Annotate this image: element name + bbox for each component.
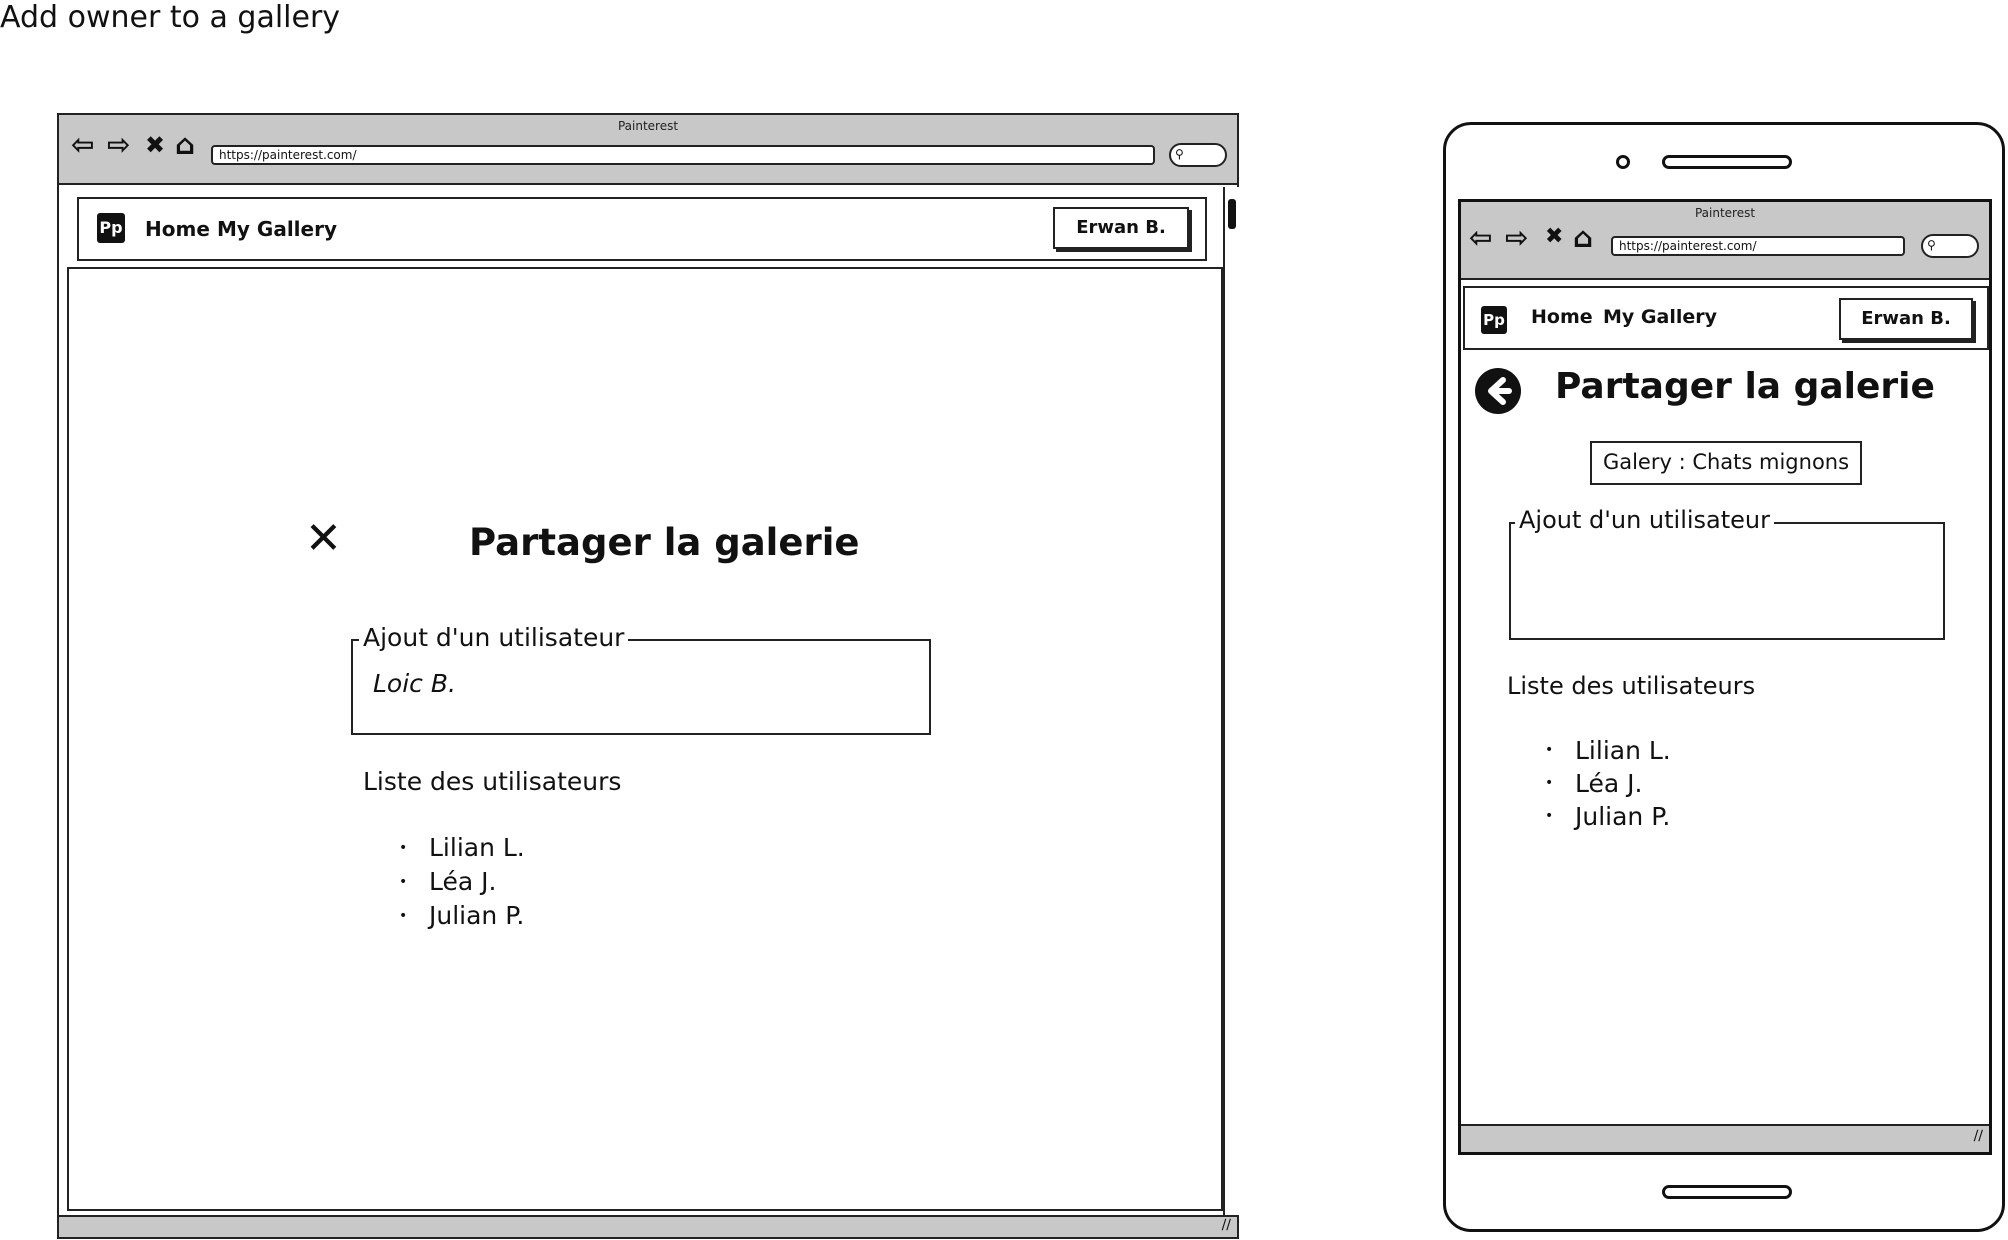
app-navbar: Pp Home My Gallery Erwan B. bbox=[77, 197, 1207, 261]
resize-grip-icon[interactable]: ∕∕ bbox=[1974, 1128, 1983, 1144]
window-title: Painterest bbox=[617, 119, 679, 133]
mobile-status-bar: ∕∕ bbox=[1461, 1124, 1989, 1152]
desktop-main-content: ✕ Partager la galerie Ajout d'un utilisa… bbox=[67, 267, 1223, 1211]
app-logo[interactable]: Pp bbox=[97, 213, 125, 243]
add-user-legend: Ajout d'un utilisateur bbox=[1515, 506, 1774, 534]
back-arrow-icon[interactable]: ⇦ bbox=[1469, 224, 1492, 252]
close-icon[interactable]: ✕ bbox=[305, 517, 342, 561]
scrollbar-thumb[interactable] bbox=[1228, 199, 1236, 229]
search-icon: ⚲ bbox=[1175, 147, 1184, 161]
mobile-search-button[interactable]: ⚲ bbox=[1921, 234, 1979, 258]
mobile-page-title: Partager la galerie bbox=[1555, 366, 1935, 407]
mobile-user-list: Lilian L. Léa J. Julian P. bbox=[1545, 734, 1671, 833]
gallery-name-badge: Galery : Chats mignons bbox=[1590, 441, 1862, 485]
forward-arrow-icon[interactable]: ⇨ bbox=[107, 131, 130, 159]
nav-my-gallery[interactable]: My Gallery bbox=[1603, 306, 1717, 328]
user-list-item: Julian P. bbox=[399, 899, 525, 933]
mobile-url-bar[interactable]: https://painterest.com/ bbox=[1611, 236, 1905, 256]
user-list-item: Léa J. bbox=[399, 865, 525, 899]
add-user-legend: Ajout d'un utilisateur bbox=[359, 623, 629, 652]
mobile-add-user-fieldset: Ajout d'un utilisateur bbox=[1509, 506, 1945, 640]
nav-home[interactable]: Home bbox=[145, 217, 210, 241]
user-list-item: Léa J. bbox=[1545, 767, 1671, 800]
close-x-icon[interactable]: ✖ bbox=[145, 133, 165, 157]
browser-status-bar: ∕∕ bbox=[59, 1215, 1237, 1237]
phone-device: Painterest ⇦ ⇨ ✖ ⌂ https://painterest.co… bbox=[1443, 122, 2005, 1232]
vertical-scrollbar[interactable] bbox=[1223, 187, 1239, 1215]
search-icon: ⚲ bbox=[1927, 238, 1936, 252]
browser-chrome: Painterest ⇦ ⇨ ✖ ⌂ https://painterest.co… bbox=[59, 115, 1237, 185]
add-user-input[interactable]: Loic B. bbox=[373, 669, 913, 705]
user-account-button[interactable]: Erwan B. bbox=[1839, 298, 1973, 340]
user-list-item: Lilian L. bbox=[1545, 734, 1671, 767]
mobile-app-navbar: Pp Home My Gallery Erwan B. bbox=[1463, 286, 1989, 350]
mobile-add-user-input[interactable] bbox=[1527, 554, 1927, 594]
app-logo[interactable]: Pp bbox=[1481, 306, 1507, 334]
camera-icon bbox=[1616, 155, 1630, 169]
forward-arrow-icon[interactable]: ⇨ bbox=[1505, 224, 1528, 252]
user-account-button[interactable]: Erwan B. bbox=[1053, 207, 1189, 249]
nav-home[interactable]: Home bbox=[1531, 306, 1593, 328]
arrow-left-icon bbox=[1488, 377, 1512, 405]
speaker-icon bbox=[1662, 155, 1792, 169]
browser-search-button[interactable]: ⚲ bbox=[1169, 143, 1227, 167]
mobile-browser-chrome: Painterest ⇦ ⇨ ✖ ⌂ https://painterest.co… bbox=[1461, 202, 1989, 280]
user-list-item: Lilian L. bbox=[399, 831, 525, 865]
resize-grip-icon[interactable]: ∕∕ bbox=[1222, 1217, 1231, 1233]
user-list-item: Julian P. bbox=[1545, 800, 1671, 833]
home-icon[interactable]: ⌂ bbox=[1573, 224, 1593, 252]
home-button[interactable] bbox=[1662, 1185, 1792, 1199]
back-button[interactable] bbox=[1475, 368, 1521, 414]
modal-title: Partager la galerie bbox=[469, 521, 860, 564]
back-arrow-icon[interactable]: ⇦ bbox=[71, 131, 94, 159]
user-list: Lilian L. Léa J. Julian P. bbox=[399, 831, 525, 933]
phone-screen: Painterest ⇦ ⇨ ✖ ⌂ https://painterest.co… bbox=[1458, 199, 1992, 1155]
desktop-browser-window: Painterest ⇦ ⇨ ✖ ⌂ https://painterest.co… bbox=[57, 113, 1239, 1239]
mobile-window-title: Painterest bbox=[1694, 206, 1756, 220]
home-icon[interactable]: ⌂ bbox=[175, 131, 195, 159]
close-x-icon[interactable]: ✖ bbox=[1545, 226, 1563, 248]
page-title: Add owner to a gallery bbox=[0, 0, 341, 35]
url-bar[interactable]: https://painterest.com/ bbox=[211, 145, 1155, 165]
mobile-user-list-label: Liste des utilisateurs bbox=[1507, 672, 1756, 700]
add-user-fieldset: Ajout d'un utilisateur Loic B. bbox=[351, 623, 931, 735]
user-list-label: Liste des utilisateurs bbox=[363, 767, 622, 796]
nav-my-gallery[interactable]: My Gallery bbox=[217, 217, 337, 241]
